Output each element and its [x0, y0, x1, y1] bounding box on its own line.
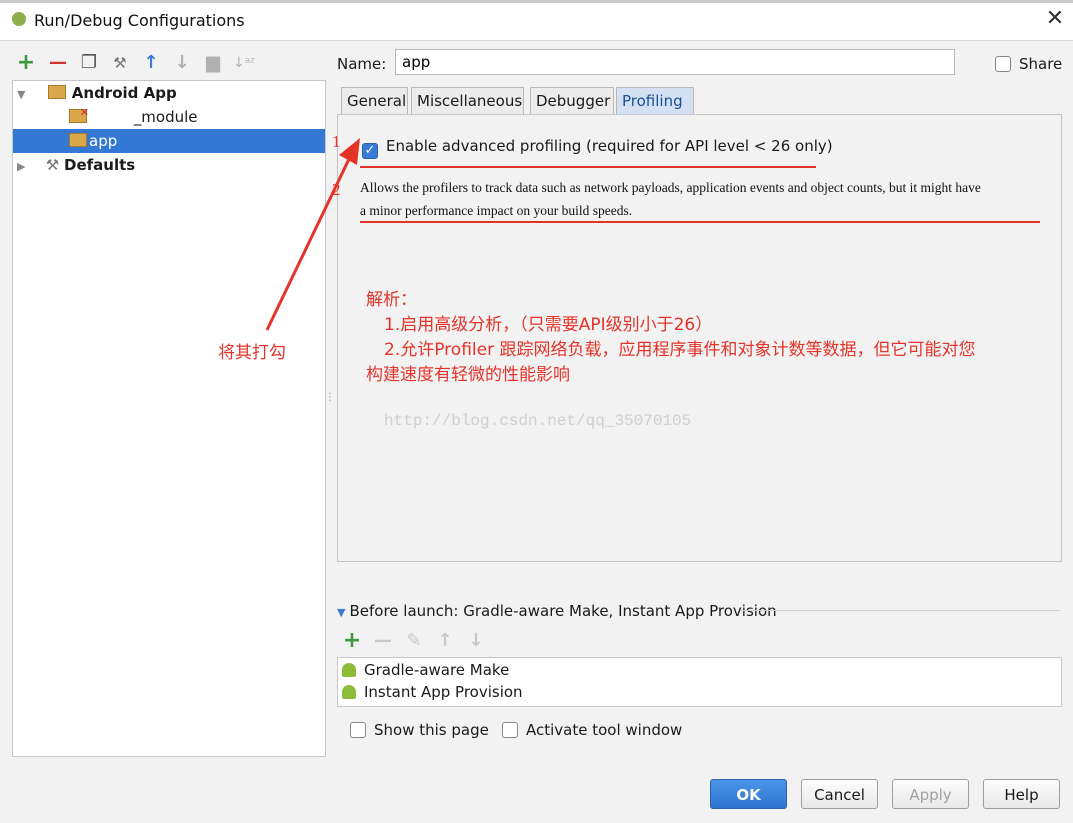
tree-item-label: app	[89, 132, 118, 150]
checkbox-icon[interactable]	[995, 56, 1011, 72]
list-item-label: Instant App Provision	[364, 683, 523, 701]
wrench-icon: ⚒	[45, 156, 60, 174]
list-item[interactable]: Instant App Provision	[342, 681, 523, 703]
module-error-icon: ✕	[69, 107, 89, 123]
tree-item-module[interactable]: ✕ _module	[13, 105, 325, 129]
android-icon	[342, 663, 356, 677]
annotation-underline-1	[360, 166, 816, 168]
app-config-icon	[69, 133, 87, 147]
ok-button[interactable]: OK	[710, 779, 787, 809]
tab-miscellaneous[interactable]: Miscellaneous	[411, 87, 524, 114]
window-title: Run/Debug Configurations	[34, 11, 245, 30]
move-down-icon[interactable]: ↓	[171, 52, 193, 74]
checkbox-icon[interactable]	[350, 722, 366, 738]
cancel-button[interactable]: Cancel	[801, 779, 878, 809]
show-this-page-label: Show this page	[374, 721, 489, 739]
before-launch-list[interactable]: Gradle-aware Make Instant App Provision	[337, 657, 1062, 707]
chevron-down-icon[interactable]: ▼	[337, 606, 345, 619]
tree-item-label: Defaults	[64, 156, 136, 174]
tree-item-label: _module	[133, 108, 198, 126]
remove-task-icon[interactable]: —	[372, 630, 394, 652]
sort-icon[interactable]: ↓ᵃᶻ	[233, 52, 255, 74]
before-launch-header[interactable]: ▼ Before launch: Gradle-aware Make, Insta…	[337, 602, 777, 620]
activate-tool-window-checkbox[interactable]: Activate tool window	[502, 721, 682, 739]
annotation-underline-2	[360, 221, 1040, 223]
splitter-handle[interactable]: ⋮	[325, 392, 335, 403]
android-icon	[342, 685, 356, 699]
enable-profiling-label: Enable advanced profiling (required for …	[386, 137, 833, 155]
description-line: a minor performance impact on your build…	[360, 203, 633, 218]
analysis-note: 解析： 1.启用高级分析，（只需要API级别小于26） 2.允许Profiler…	[366, 288, 975, 388]
chevron-down-icon[interactable]: ▼	[17, 83, 31, 107]
watermark: http://blog.csdn.net/qq_35070105	[384, 412, 692, 430]
tree-item-label: Android App	[71, 84, 177, 102]
help-button[interactable]: Help	[983, 779, 1060, 809]
remove-icon[interactable]: —	[47, 52, 69, 74]
enable-profiling-checkbox[interactable]: ✓ Enable advanced profiling (required for…	[362, 137, 833, 159]
window-top-strip	[0, 0, 1073, 3]
folder-icon[interactable]: ▆	[202, 52, 224, 74]
divider	[740, 610, 1060, 611]
move-up-icon[interactable]: ↑	[140, 52, 162, 74]
checkbox-icon[interactable]	[502, 722, 518, 738]
move-down-icon[interactable]: ↓	[465, 630, 487, 652]
description-line: Allows the profilers to track data such …	[360, 180, 981, 195]
add-task-icon[interactable]: +	[341, 630, 363, 652]
analysis-point: 1.启用高级分析，（只需要API级别小于26）	[384, 315, 713, 335]
show-this-page-checkbox[interactable]: Show this page	[350, 721, 489, 739]
annotation-arrow	[265, 138, 360, 331]
analysis-point: 2.允许Profiler 跟踪网络负载，应用程序事件和对象计数等数据，但它可能对…	[384, 340, 976, 360]
name-label: Name:	[337, 55, 387, 73]
profiling-description: Allows the profilers to track data such …	[360, 176, 1050, 222]
share-checkbox[interactable]: Share	[995, 55, 1062, 73]
list-item[interactable]: Gradle-aware Make	[342, 659, 509, 681]
tab-general[interactable]: General	[341, 87, 408, 114]
tab-debugger[interactable]: Debugger	[530, 87, 614, 114]
android-studio-icon	[12, 12, 26, 26]
activate-tool-window-label: Activate tool window	[526, 721, 683, 739]
add-icon[interactable]: +	[15, 52, 37, 74]
share-label: Share	[1019, 55, 1063, 73]
move-up-icon[interactable]: ↑	[434, 630, 456, 652]
list-item-label: Gradle-aware Make	[364, 661, 510, 679]
tree-item-android-app[interactable]: ▼ Android App	[13, 81, 325, 105]
apply-button[interactable]: Apply	[892, 779, 969, 809]
tab-profiling[interactable]: Profiling	[616, 87, 694, 114]
edit-task-icon[interactable]: ✎	[403, 630, 425, 652]
android-folder-icon	[47, 85, 66, 99]
check-it-note: 将其打勾	[218, 343, 286, 363]
chevron-right-icon[interactable]: ▶	[17, 155, 31, 179]
name-input[interactable]	[395, 49, 955, 75]
analysis-point: 构建速度有轻微的性能影响	[366, 365, 570, 385]
before-launch-label: Before launch: Gradle-aware Make, Instan…	[349, 602, 777, 620]
copy-icon[interactable]: ❐	[78, 52, 100, 74]
wrench-icon[interactable]: ⚒	[109, 52, 131, 74]
close-icon[interactable]: ✕	[1044, 6, 1066, 32]
analysis-title: 解析：	[366, 290, 417, 310]
